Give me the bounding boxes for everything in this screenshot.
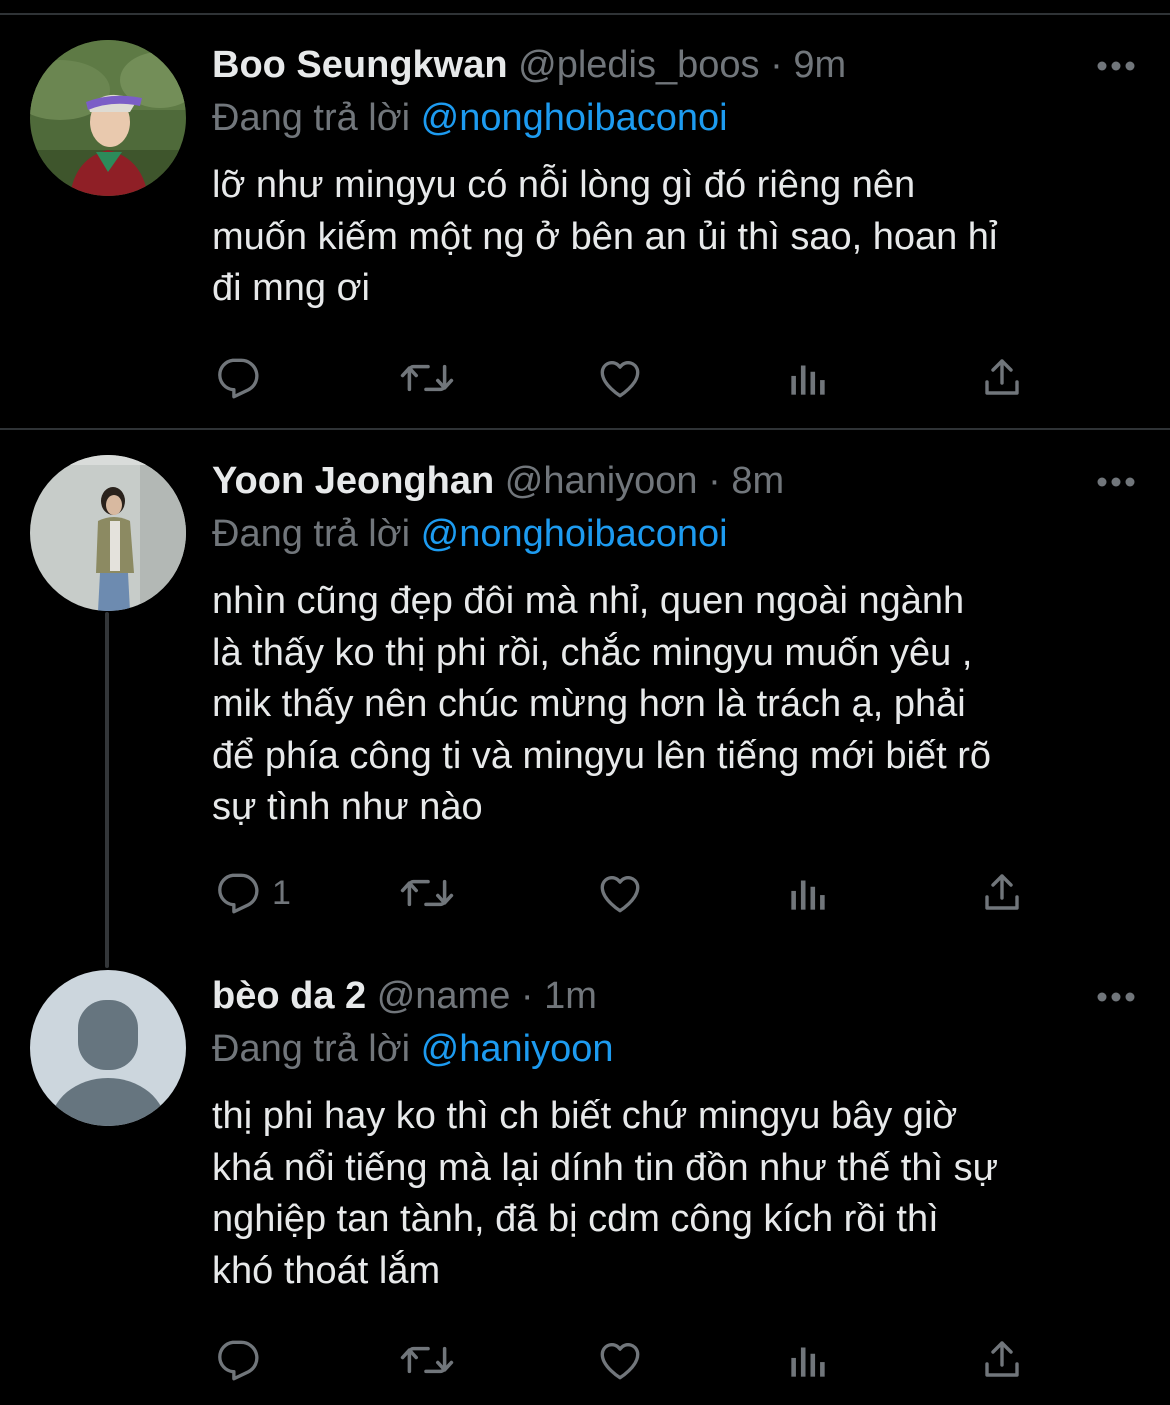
mention-link[interactable]: @nonghoibaconoi <box>421 97 728 139</box>
default-avatar-icon <box>30 970 186 1126</box>
tweet-text-line: khá nổi tiếng mà lại dính tin đồn như th… <box>212 1146 999 1189</box>
timestamp[interactable]: 1m <box>544 975 597 1017</box>
replying-to: Đang trả lời @haniyoon <box>212 1024 1142 1074</box>
reply-button[interactable]: 1 <box>212 863 291 923</box>
avatar[interactable] <box>30 455 186 611</box>
author-handle[interactable]: @haniyoon <box>505 460 698 502</box>
avatar-photo <box>30 40 186 196</box>
separator: · <box>770 44 783 86</box>
share-button[interactable] <box>978 863 1026 923</box>
tweet-text: nhìn cũng đẹp đôi mà nhỉ, quen ngoài ngà… <box>212 576 1142 834</box>
like-button[interactable] <box>594 863 646 923</box>
like-icon <box>600 361 640 398</box>
mention-link[interactable]: @nonghoibaconoi <box>421 513 728 555</box>
like-icon <box>600 1343 640 1380</box>
replying-to: Đang trả lời @nonghoibaconoi <box>212 93 1142 143</box>
views-button[interactable] <box>786 863 830 923</box>
retweet-icon <box>400 879 454 907</box>
tweet-text-line: sự tình như nào <box>212 786 483 828</box>
retweet-icon <box>400 1346 454 1374</box>
views-button[interactable] <box>786 348 830 408</box>
reply-count: 1 <box>272 873 291 912</box>
tweet-text-line: mik thấy nên chúc mừng hơn là trách ạ, p… <box>212 683 966 725</box>
share-icon <box>985 359 1019 395</box>
thread-connector <box>105 612 109 968</box>
tweet-text-line: nghiệp tan tành, đã bị cdm công kích rồi… <box>212 1198 939 1240</box>
tweet-header: bèo da 2 @name · 1m <box>212 971 1142 1021</box>
share-button[interactable] <box>978 1330 1026 1390</box>
tweet-content: Boo Seungkwan @pledis_boos · 9m Đang trả… <box>212 40 1142 315</box>
share-button[interactable] <box>978 348 1026 408</box>
replying-to-label: Đang trả lời <box>212 97 411 139</box>
tweet-content: bèo da 2 @name · 1m Đang trả lời @haniyo… <box>212 971 1142 1297</box>
more-icon[interactable] <box>1094 975 1138 1019</box>
author-name[interactable]: Yoon Jeonghan <box>212 460 494 502</box>
views-button[interactable] <box>786 1330 830 1390</box>
tweet-text-line: để phía công ti và mingyu lên tiếng mới … <box>212 734 992 777</box>
tweet-text-line: nhìn cũng đẹp đôi mà nhỉ, quen ngoài ngà… <box>212 580 965 622</box>
author-name[interactable]: bèo da 2 <box>212 975 366 1017</box>
share-icon <box>985 874 1019 910</box>
like-button[interactable] <box>594 348 646 408</box>
avatar[interactable] <box>30 40 186 196</box>
replying-to-label: Đang trả lời <box>212 1028 411 1070</box>
tweet-text-line: thị phi hay ko thì ch biết chứ mingyu bâ… <box>212 1095 958 1137</box>
tweet-text-line: lỡ như mingyu có nỗi lòng gì đó riêng nê… <box>212 164 916 206</box>
tweet-content: Yoon Jeonghan @haniyoon · 8m Đang trả lờ… <box>212 456 1142 834</box>
share-icon <box>985 1341 1019 1377</box>
author-handle[interactable]: @name <box>377 975 511 1017</box>
retweet-button[interactable] <box>398 348 456 408</box>
timestamp[interactable]: 8m <box>731 460 784 502</box>
author-handle[interactable]: @pledis_boos <box>518 44 759 86</box>
tweet-text-line: muốn kiếm một ng ở bên an ủi thì sao, ho… <box>212 215 998 258</box>
tweet-text-line: là thấy ko thị phi rồi, chắc mingyu muốn… <box>212 631 973 674</box>
reply-icon <box>218 358 259 399</box>
like-icon <box>600 876 640 913</box>
reply-button[interactable] <box>212 348 272 408</box>
tweet-text-line: khó thoát lắm <box>212 1249 441 1292</box>
tweet-divider <box>0 428 1170 430</box>
reply-icon <box>218 1340 259 1381</box>
views-icon <box>791 1347 825 1377</box>
top-divider <box>0 13 1170 15</box>
separator: · <box>708 460 721 502</box>
more-icon[interactable] <box>1094 44 1138 88</box>
views-icon <box>791 365 825 395</box>
tweet-actions <box>212 348 1112 408</box>
mention-link[interactable]: @haniyoon <box>421 1028 614 1070</box>
retweet-button[interactable] <box>398 1330 456 1390</box>
reply-button[interactable] <box>212 1330 272 1390</box>
more-icon[interactable] <box>1094 460 1138 504</box>
timestamp[interactable]: 9m <box>793 44 846 86</box>
tweet-actions <box>212 1330 1112 1390</box>
tweet-header: Yoon Jeonghan @haniyoon · 8m <box>212 456 1142 506</box>
replying-to-label: Đang trả lời <box>212 513 411 555</box>
reply-icon <box>218 873 259 914</box>
avatar[interactable] <box>30 970 186 1126</box>
retweet-icon <box>400 364 454 392</box>
tweet-text: lỡ như mingyu có nỗi lòng gì đó riêng nê… <box>212 160 1142 315</box>
views-icon <box>791 880 825 910</box>
replying-to: Đang trả lời @nonghoibaconoi <box>212 509 1142 559</box>
like-button[interactable] <box>594 1330 646 1390</box>
tweet-text: thị phi hay ko thì ch biết chứ mingyu bâ… <box>212 1091 1142 1297</box>
tweet-actions: 1 <box>212 863 1112 923</box>
avatar-photo <box>30 455 186 611</box>
retweet-button[interactable] <box>398 863 456 923</box>
tweet-header: Boo Seungkwan @pledis_boos · 9m <box>212 40 1142 90</box>
separator: · <box>520 975 534 1017</box>
tweet-text-line: đi mng ơi <box>212 267 370 309</box>
author-name[interactable]: Boo Seungkwan <box>212 44 508 86</box>
